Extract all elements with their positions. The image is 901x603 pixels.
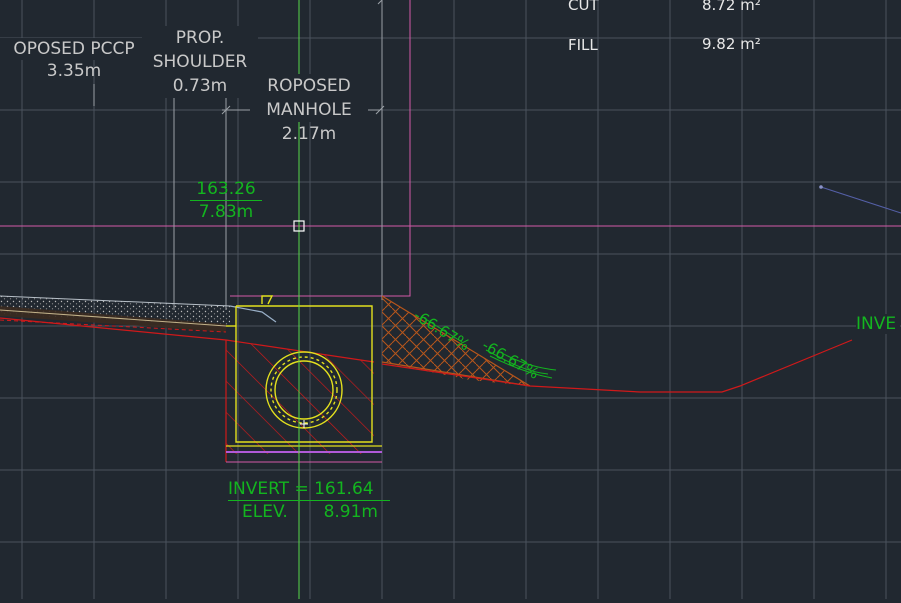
station-label: 163.26 7.83m [190,178,262,223]
shoulder-label: PROP. SHOULDER 0.73m [142,26,258,98]
offset-line [820,186,901,214]
drawing-grid [0,0,901,599]
cut-value: 8.72 m² [702,0,761,14]
offset-node [819,185,823,189]
elev-value: 8.91m [323,502,378,522]
invert-text: INVERT = 161.64 [228,478,390,501]
invert-label: INVERT = 161.64 ELEV. 8.91m [228,478,390,523]
manhole-width: 2.17m [281,124,337,144]
station-elev: 163.26 [190,178,262,201]
cut-label: CUT [568,0,599,14]
manhole-title-2: MANHOLE [250,98,368,122]
shoulder-width: 0.73m [172,76,228,96]
shoulder-title-2: SHOULDER [152,52,248,72]
section-drawing [0,0,901,599]
elev-text: ELEV. [242,502,288,522]
cut-area [0,317,375,462]
manhole-title-1: ROPOSED [250,74,368,98]
pccp-width: 3.35m [46,61,102,81]
pccp-title: OPOSED PCCP [0,38,150,60]
shoulder-title-1: PROP. [175,28,225,48]
fill-value: 9.82 m² [702,35,761,53]
station-offset: 7.83m [198,202,254,222]
cad-viewport[interactable]: CUT 8.72 m² FILL 9.82 m² OPOSED PCCP 3.3… [0,0,901,599]
manhole-label: ROPOSED MANHOLE 2.17m [250,74,368,146]
pccp-label: OPOSED PCCP 3.35m [0,38,150,82]
right-invert-label: INVE [856,314,901,334]
fill-label: FILL [568,36,598,54]
